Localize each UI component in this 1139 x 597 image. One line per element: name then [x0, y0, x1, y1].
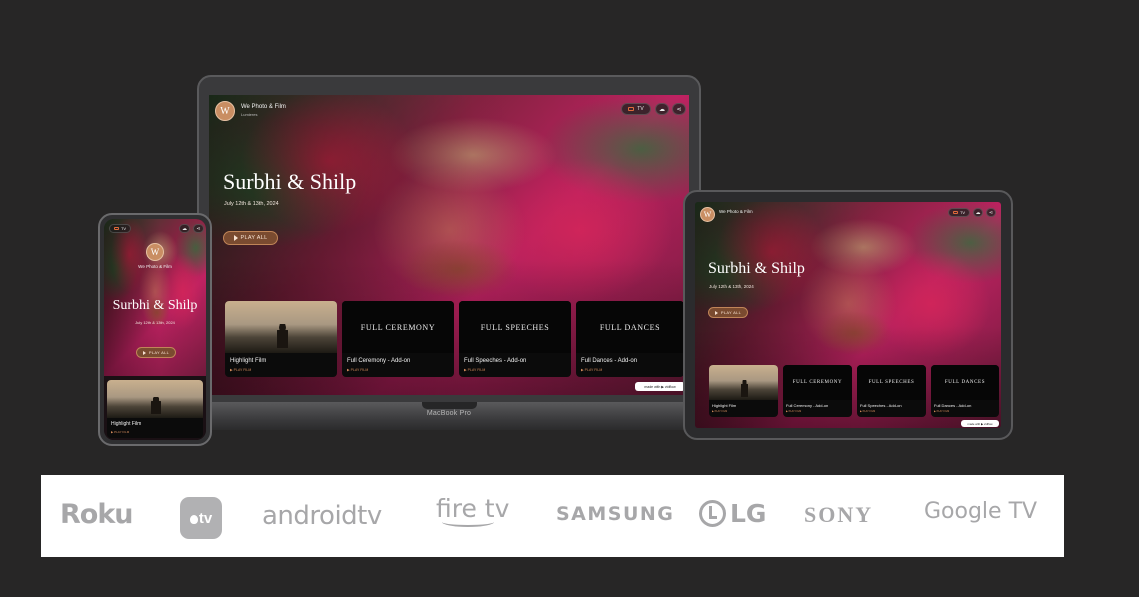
sony-logo: SONY [804, 502, 874, 527]
tv-button[interactable]: TV [948, 208, 970, 217]
play-icon [714, 310, 718, 315]
tv-button[interactable]: TV [109, 224, 131, 233]
video-thumbnail [225, 301, 337, 353]
phone-screen: TV ☁ ⋖ W We Photo & Film Surbhi & Shilp … [104, 219, 206, 440]
download-button[interactable]: ☁ [655, 103, 669, 115]
video-thumbnail: FULL DANCES [931, 365, 999, 400]
studio-name: We Photo & Film [719, 209, 753, 214]
studio-logo[interactable]: W [700, 207, 715, 222]
video-title: Full Ceremony - Add-on [347, 358, 411, 364]
tablet-device: W We Photo & Film TV ☁ ⋖ Surbhi & Shilp … [683, 190, 1013, 440]
video-title: Highlight Film [111, 421, 142, 427]
apple-tv-logo: tv [180, 497, 222, 539]
video-card-highlight[interactable]: Highlight Film ▶ PLAY FILM [225, 301, 337, 377]
lg-logo: LG [699, 499, 766, 528]
phone-device: TV ☁ ⋖ W We Photo & Film Surbhi & Shilp … [98, 213, 212, 446]
play-icon [142, 350, 146, 355]
cloud-download-icon: ☁ [975, 209, 981, 216]
couple-title: Surbhi & Shilp [708, 260, 805, 277]
video-title: Full Speeches - Add-on [860, 403, 902, 408]
video-thumbnail: FULL CEREMONY [783, 365, 852, 400]
couple-title: Surbhi & Shilp [112, 298, 198, 313]
play-film-link[interactable]: ▶ PLAY FILM [934, 410, 949, 413]
video-title: Full Dances - Add-on [934, 403, 972, 408]
laptop-model-label: MacBook Pro [426, 410, 472, 417]
play-film-link[interactable]: ▶ PLAY FILM [230, 368, 251, 372]
video-card-speeches[interactable]: FULL SPEECHES Full Speeches - Add-on ▶ P… [459, 301, 571, 377]
video-card-speeches[interactable]: FULL SPEECHES Full Speeches - Add-on ▶ P… [857, 365, 926, 417]
tv-button[interactable]: TV [621, 103, 651, 115]
google-tv-logo: Google TV [924, 499, 1038, 524]
apple-icon [189, 514, 198, 524]
laptop-base: MacBook Pro [192, 402, 706, 430]
tv-icon [113, 227, 119, 230]
tv-icon [952, 211, 958, 214]
video-card-highlight[interactable]: Highlight Film ▶ PLAY FILM [107, 380, 203, 438]
studio-name: We Photo & Film [138, 264, 172, 269]
video-thumbnail: FULL CEREMONY [342, 301, 454, 353]
play-film-link[interactable]: ▶ PLAY FILM [111, 430, 129, 434]
download-button[interactable]: ☁ [179, 224, 190, 233]
tablet-screen: W We Photo & Film TV ☁ ⋖ Surbhi & Shilp … [695, 202, 1001, 428]
video-thumbnail [709, 365, 778, 400]
share-button[interactable]: ⋖ [672, 103, 686, 115]
play-film-link[interactable]: ▶ PLAY FILM [860, 410, 875, 413]
video-thumbnail: FULL SPEECHES [459, 301, 571, 353]
play-all-button[interactable]: PLAY ALL [136, 347, 176, 358]
event-date: July 12th & 13th, 2024 [709, 284, 754, 289]
showcase-stage: W We Photo & Film Lumieres TV ☁ ⋖ Surbhi… [0, 0, 1139, 597]
platform-logo-strip: Roku tv androidtv fire tv SAMSUNG LG SON… [41, 475, 1064, 557]
android-tv-logo: androidtv [262, 501, 382, 531]
download-button[interactable]: ☁ [973, 208, 983, 217]
play-film-link[interactable]: ▶ PLAY FILM [712, 410, 727, 413]
play-all-button[interactable]: PLAY ALL [708, 307, 748, 318]
video-thumbnail [107, 380, 203, 418]
play-film-link[interactable]: ▶ PLAY FILM [464, 368, 485, 372]
video-title: Highlight Film [230, 358, 267, 364]
made-with-badge[interactable]: made with ▶ vidflow [961, 420, 999, 427]
made-with-badge[interactable]: made with ▶ vidflow [635, 382, 685, 391]
video-title: Highlight Film [712, 403, 737, 408]
event-date: July 12th & 13th, 2024 [135, 320, 175, 325]
roku-logo: Roku [60, 499, 134, 530]
event-date: July 12th & 13th, 2024 [224, 201, 279, 207]
play-all-button[interactable]: PLAY ALL [223, 231, 278, 245]
play-icon [233, 235, 238, 241]
video-card-dances[interactable]: FULL DANCES Full Dances - Add-on ▶ PLAY … [931, 365, 999, 417]
play-film-link[interactable]: ▶ PLAY FILM [786, 410, 801, 413]
video-card-ceremony[interactable]: FULL CEREMONY Full Ceremony - Add-on ▶ P… [783, 365, 852, 417]
play-film-link[interactable]: ▶ PLAY FILM [347, 368, 368, 372]
studio-name: We Photo & Film [241, 104, 286, 110]
lg-face-icon [699, 500, 726, 527]
fire-tv-logo: fire tv [436, 494, 509, 527]
share-icon: ⋖ [988, 209, 994, 216]
cloud-download-icon: ☁ [182, 225, 187, 232]
laptop-device: W We Photo & Film Lumieres TV ☁ ⋖ Surbhi… [197, 75, 701, 420]
video-title: Full Ceremony - Add-on [786, 403, 829, 408]
studio-logo[interactable]: W [146, 243, 164, 261]
tv-icon [628, 107, 635, 111]
samsung-logo: SAMSUNG [556, 503, 675, 525]
share-icon: ⋖ [196, 225, 201, 232]
studio-subtitle: Lumieres [241, 112, 258, 117]
video-title: Full Dances - Add-on [581, 358, 638, 364]
video-title: Full Speeches - Add-on [464, 358, 527, 364]
video-card-ceremony[interactable]: FULL CEREMONY Full Ceremony - Add-on ▶ P… [342, 301, 454, 377]
cloud-download-icon: ☁ [659, 106, 665, 113]
video-card-highlight[interactable]: Highlight Film ▶ PLAY FILM [709, 365, 778, 417]
video-card-dances[interactable]: FULL DANCES Full Dances - Add-on ▶ PLAY … [576, 301, 684, 377]
couple-title: Surbhi & Shilp [223, 169, 357, 194]
play-film-link[interactable]: ▶ PLAY FILM [581, 368, 602, 372]
laptop-screen: W We Photo & Film Lumieres TV ☁ ⋖ Surbhi… [209, 95, 689, 395]
share-button[interactable]: ⋖ [193, 224, 204, 233]
studio-logo[interactable]: W [215, 101, 235, 121]
video-thumbnail: FULL DANCES [576, 301, 684, 353]
share-icon: ⋖ [676, 106, 682, 113]
amazon-smile-icon [442, 517, 494, 527]
video-thumbnail: FULL SPEECHES [857, 365, 926, 400]
share-button[interactable]: ⋖ [986, 208, 996, 217]
